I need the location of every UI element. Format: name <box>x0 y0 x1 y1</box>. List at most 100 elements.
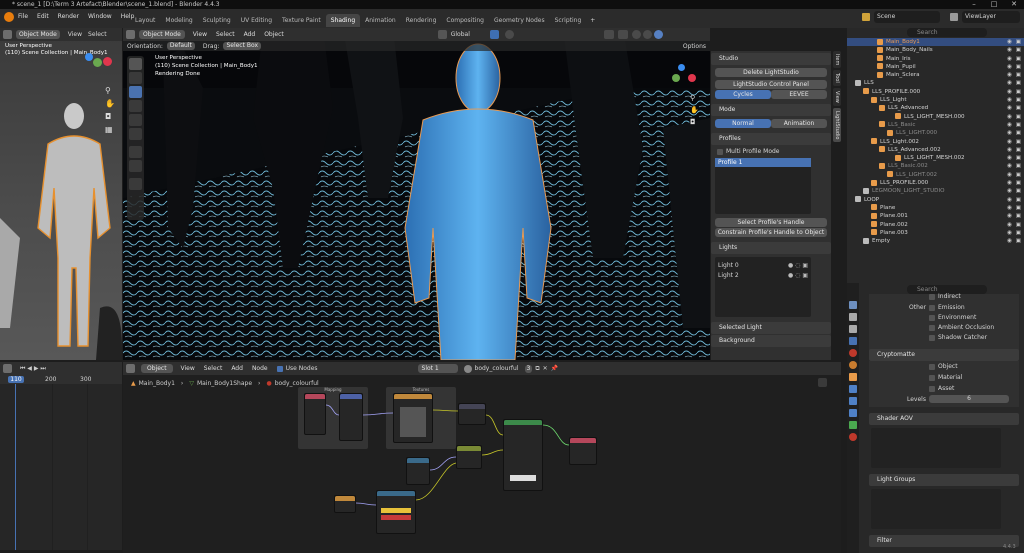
render-camera-icon[interactable]: ▣ <box>1016 55 1021 63</box>
shader-aov-list[interactable] <box>871 428 1001 468</box>
minimize-button[interactable]: – <box>964 0 984 9</box>
object-tab-icon[interactable] <box>849 373 857 381</box>
material-icon[interactable] <box>463 364 472 373</box>
timeline[interactable]: 110 200 300 <box>0 375 122 550</box>
cursor-tool-icon[interactable] <box>129 72 142 84</box>
use-nodes-checkbox[interactable]: Use Nodes <box>276 365 318 372</box>
outliner-item[interactable]: LLS_Light ◉ ▣ <box>847 96 1024 104</box>
visibility-eye-icon[interactable]: ◉ <box>1007 38 1012 46</box>
profile-list-item[interactable]: Profile 1 <box>715 158 811 167</box>
outliner-item[interactable]: Main_Pupil ◉ ▣ <box>847 63 1024 71</box>
viewport-menu-view[interactable]: View <box>193 31 207 38</box>
outliner-item[interactable]: LLS_Advanced ◉ ▣ <box>847 104 1024 112</box>
copy-material-icon[interactable]: ⧉ <box>535 365 539 373</box>
visibility-eye-icon[interactable]: ◉ <box>1007 96 1012 104</box>
select-tool-icon[interactable] <box>129 58 142 70</box>
menu-file[interactable]: File <box>18 13 28 20</box>
visibility-eye-icon[interactable]: ◉ <box>1007 179 1012 187</box>
main-nav-gizmo[interactable] <box>670 56 700 86</box>
multi-profile-checkbox[interactable]: Multi Profile Mode <box>717 148 825 155</box>
render-camera-icon[interactable]: ▣ <box>1016 104 1021 112</box>
render-camera-icon[interactable]: ▣ <box>1016 221 1021 229</box>
node-canvas[interactable]: ▲ Main_Body1 › ▽ Main_Body1Shape › ● bod… <box>123 375 841 553</box>
outliner-item[interactable]: Plane.001 ◉ ▣ <box>847 212 1024 220</box>
visibility-eye-icon[interactable]: ◉ <box>1007 113 1012 121</box>
outliner-item[interactable]: LLS_LIGHT_MESH.002 ◉ ▣ <box>847 154 1024 162</box>
world-tab-icon[interactable] <box>849 361 857 369</box>
cryptomatte-panel-header[interactable]: Cryptomatte <box>869 349 1019 361</box>
render-camera-icon[interactable]: ▣ <box>1016 113 1021 121</box>
snap-icon[interactable] <box>489 30 499 39</box>
measure-tool-icon[interactable] <box>129 160 142 172</box>
material-slot-dropdown[interactable]: Slot 1 <box>417 364 458 373</box>
visibility-eye-icon[interactable]: ◉ <box>1007 196 1012 204</box>
solid-shading-icon[interactable] <box>631 30 641 39</box>
global-dropdown[interactable]: Global <box>451 31 470 38</box>
visibility-eye-icon[interactable]: ◉ <box>1007 71 1012 79</box>
visibility-eye-icon[interactable]: ◉ <box>1007 154 1012 162</box>
visibility-eye-icon[interactable]: ◉ <box>1007 55 1012 63</box>
render-camera-icon[interactable]: ▣ <box>1016 129 1021 137</box>
tool-tab-icon[interactable] <box>849 301 857 309</box>
outliner-item[interactable]: Main_Sclera ◉ ▣ <box>847 71 1024 79</box>
render-camera-icon[interactable]: ▣ <box>1016 154 1021 162</box>
physics-tab-icon[interactable] <box>849 409 857 417</box>
workspace-tab-rendering[interactable]: Rendering <box>401 14 442 27</box>
light-visibility-icons[interactable]: ● ◌ ▣ <box>788 272 808 279</box>
overlay-icon[interactable] <box>603 30 614 39</box>
render-tab-icon[interactable] <box>849 313 857 321</box>
unlink-icon[interactable]: ✕ <box>543 365 548 372</box>
left-viewport[interactable] <box>0 28 122 360</box>
zoom-icon[interactable]: ⚲ <box>105 84 115 97</box>
camera-view-icon[interactable]: ◘ <box>690 116 699 128</box>
shadow-catcher-checkbox[interactable]: Shadow Catcher <box>929 334 987 341</box>
crypto-asset-checkbox[interactable]: Asset <box>929 385 954 392</box>
outliner-search[interactable]: Search <box>907 28 987 37</box>
add-cube-tool-icon[interactable] <box>129 178 142 190</box>
xray-icon[interactable] <box>617 30 628 39</box>
control-panel-button[interactable]: LightStudio Control Panel <box>715 80 827 89</box>
environment-checkbox[interactable]: Environment <box>929 314 976 321</box>
pan-hand-icon[interactable]: ✋ <box>690 104 699 116</box>
studio-panel-header[interactable]: Studio <box>711 53 831 65</box>
workspace-tab-modeling[interactable]: Modeling <box>160 14 197 27</box>
background-panel-header[interactable]: Background <box>711 335 831 347</box>
normal-mode-button[interactable]: Normal <box>715 119 771 128</box>
outliner-item[interactable]: LLS_LIGHT_MESH.000 ◉ ▣ <box>847 113 1024 121</box>
render-camera-icon[interactable]: ▣ <box>1016 63 1021 71</box>
light-list-item[interactable]: Light 0 ● ◌ ▣ <box>718 260 808 270</box>
maximize-button[interactable]: □ <box>984 0 1004 9</box>
workspace-tab-sculpting[interactable]: Sculpting <box>198 14 236 27</box>
visibility-eye-icon[interactable]: ◉ <box>1007 221 1012 229</box>
visibility-eye-icon[interactable]: ◉ <box>1007 162 1012 170</box>
gizmo-z-icon[interactable] <box>85 53 93 61</box>
rendered-shading-icon[interactable] <box>653 30 663 39</box>
render-camera-icon[interactable]: ▣ <box>1016 196 1021 204</box>
gizmo-x-icon[interactable] <box>688 74 696 82</box>
main-mode-dropdown[interactable]: Object Mode <box>139 30 185 39</box>
rotate-tool-icon[interactable] <box>129 100 142 112</box>
transform-tool-icon[interactable] <box>129 128 142 140</box>
current-frame-indicator[interactable]: 110 <box>8 376 24 383</box>
select-handle-button[interactable]: Select Profile's Handle <box>715 218 827 227</box>
workspace-tab-uv-editing[interactable]: UV Editing <box>236 14 277 27</box>
workspace-tab-compositing[interactable]: Compositing <box>441 14 489 27</box>
light-groups-list[interactable] <box>871 489 1001 529</box>
outliner-item[interactable]: LLS_PROFILE.000 ◉ ▣ <box>847 179 1024 187</box>
light-groups-panel-header[interactable]: Light Groups <box>869 474 1019 486</box>
outliner-item[interactable]: LLS_Light.002 ◉ ▣ <box>847 138 1024 146</box>
editor-type-icon[interactable] <box>126 30 135 39</box>
node-sidebar-toggle-icon[interactable] <box>818 378 827 387</box>
visibility-eye-icon[interactable]: ◉ <box>1007 138 1012 146</box>
visibility-eye-icon[interactable]: ◉ <box>1007 212 1012 220</box>
annotate-tool-icon[interactable] <box>129 146 142 158</box>
render-camera-icon[interactable]: ▣ <box>1016 179 1021 187</box>
visibility-eye-icon[interactable]: ◉ <box>1007 63 1012 71</box>
zoom-icon[interactable]: ⚲ <box>690 92 699 104</box>
render-camera-icon[interactable]: ▣ <box>1016 204 1021 212</box>
keyframe-controls[interactable]: ⏮ ◀ ▶ ⏭ <box>20 365 46 373</box>
render-camera-icon[interactable]: ▣ <box>1016 229 1021 237</box>
outliner-item[interactable]: LLS ◉ ▣ <box>847 79 1024 87</box>
visibility-eye-icon[interactable]: ◉ <box>1007 146 1012 154</box>
outliner-item[interactable]: Plane.003 ◉ ▣ <box>847 229 1024 237</box>
